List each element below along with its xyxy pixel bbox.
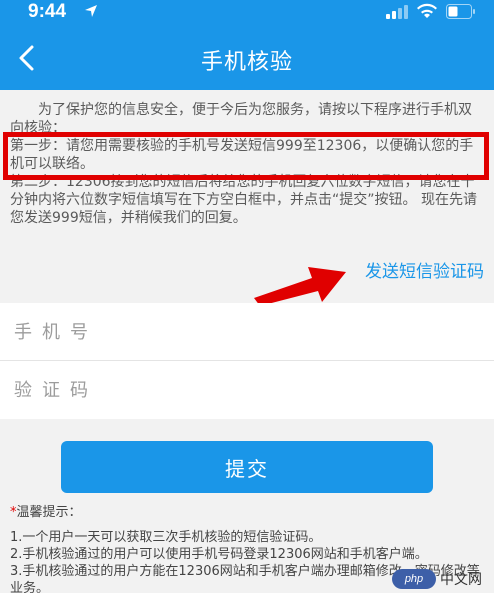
location-arrow-icon	[85, 5, 97, 17]
status-bar: 9:44	[0, 0, 494, 26]
tip-item: 1.一个用户一天可以获取三次手机核验的短信验证码。	[10, 530, 322, 545]
watermark-logo: php 中文网	[392, 567, 492, 591]
top-bar: 9:44 手机核验	[0, 0, 494, 90]
watermark-badge: php	[392, 569, 436, 589]
step-two-text: 第二步：12306接到您的短信后将给您的手机回复六位数字短信，请您在十分钟内将六…	[10, 174, 477, 226]
code-field-row	[0, 361, 494, 419]
tips-title: 温馨提示：	[16, 505, 82, 520]
tip-item: 2.手机核验通过的用户可以使用手机号码登录12306网站和手机客户端。	[10, 547, 428, 562]
step-one-highlight-box	[3, 132, 489, 180]
verification-code-input[interactable]	[14, 361, 484, 419]
phone-number-input[interactable]	[14, 303, 484, 361]
tips-heading: *温馨提示：	[10, 504, 490, 521]
page-title: 手机核验	[200, 50, 293, 75]
send-sms-code-link[interactable]: 发送短信验证码	[365, 257, 484, 282]
watermark-text: 中文网	[440, 572, 482, 588]
status-time: 9:44	[28, 1, 67, 22]
verification-form	[0, 303, 494, 419]
submit-button[interactable]: 提交	[61, 441, 433, 493]
annotation-arrow-icon	[254, 267, 346, 306]
cellular-signal-icon	[386, 5, 408, 19]
wifi-icon	[417, 3, 437, 18]
battery-icon	[446, 4, 475, 19]
phone-field-row	[0, 303, 494, 361]
